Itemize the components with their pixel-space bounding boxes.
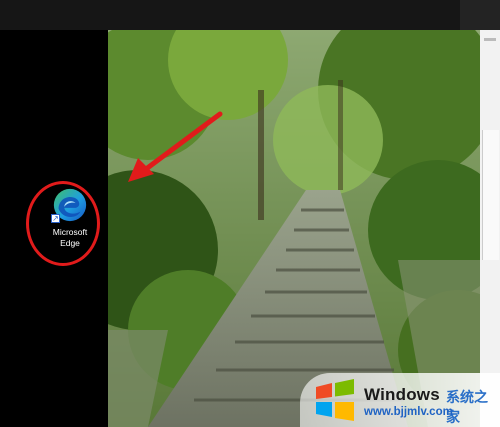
- panel-content: [482, 130, 499, 260]
- windows-logo-icon: [316, 379, 354, 421]
- highlight-circle: [26, 181, 100, 266]
- watermark-url: www.bjjmlv.com: [364, 406, 453, 418]
- red-pointer-arrow: [128, 111, 223, 182]
- windows-watermark: Windows 系统之家 www.bjjmlv.com: [300, 373, 500, 427]
- panel-text-placeholder: [484, 38, 496, 41]
- right-side-panel: [480, 30, 500, 427]
- watermark-title: Windows: [364, 385, 440, 404]
- window-control-area[interactable]: [460, 0, 500, 30]
- window-title-bar: [0, 0, 500, 30]
- wallpaper-photo: [108, 30, 480, 427]
- watermark-subtitle: 系统之家: [446, 389, 488, 425]
